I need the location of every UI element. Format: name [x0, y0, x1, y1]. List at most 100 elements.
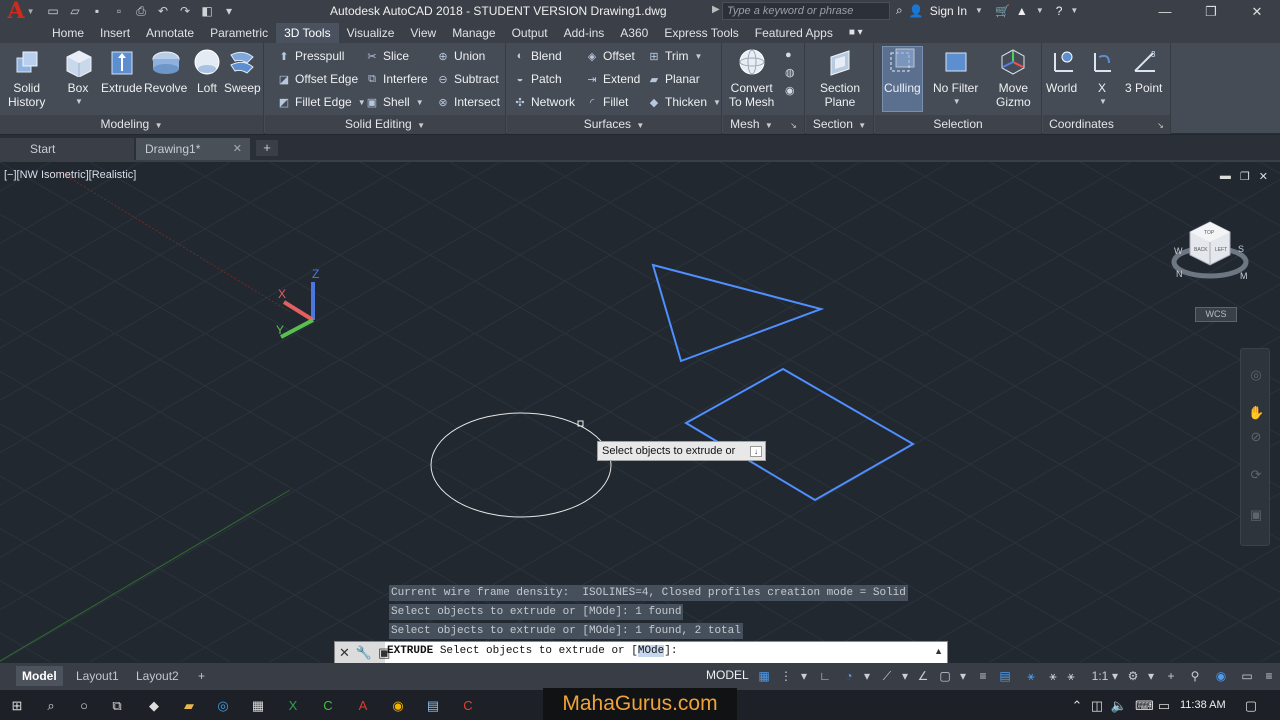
convert-to-mesh-button[interactable]: Convert To Mesh: [729, 47, 774, 109]
search-expand-icon[interactable]: ▶: [712, 4, 720, 15]
presspull-button[interactable]: ⬆ Presspull: [277, 49, 344, 63]
culling-button[interactable]: Culling: [884, 47, 921, 95]
wcs-menu[interactable]: WCS: [1195, 307, 1237, 322]
annotation-visibility-icon[interactable]: ⚹: [1024, 669, 1038, 683]
binoculars-icon[interactable]: ⌕: [896, 3, 903, 18]
tab-view[interactable]: View: [402, 23, 444, 43]
chevron-down-icon[interactable]: ▾: [956, 669, 970, 683]
chevron-down-icon[interactable]: ▾: [860, 669, 874, 683]
chevron-down-icon[interactable]: ▾: [797, 669, 811, 683]
grid-icon[interactable]: ▦: [757, 669, 771, 683]
camtasia-icon[interactable]: C: [319, 697, 337, 715]
ortho-icon[interactable]: ∟: [818, 669, 832, 683]
blend-button[interactable]: ◐ Blend: [513, 49, 562, 63]
chevron-down-icon[interactable]: ▾: [898, 669, 912, 683]
close-command-line-icon[interactable]: ✕: [339, 645, 350, 661]
search-icon[interactable]: ⌕: [42, 697, 60, 715]
annotation-monitor-icon[interactable]: +: [1164, 669, 1178, 683]
scale-value[interactable]: 1:1: [1090, 669, 1110, 683]
app-window-icon[interactable]: ▤: [424, 697, 442, 715]
no-filter-button[interactable]: No Filter ▼: [933, 47, 978, 109]
tab-layout1[interactable]: Layout1: [70, 666, 125, 686]
panel-launcher-icon[interactable]: ↘: [790, 121, 797, 130]
maximize-button[interactable]: ❐: [1188, 0, 1234, 23]
redo-icon[interactable]: ↷: [176, 3, 194, 19]
close-button[interactable]: ✕: [1234, 0, 1280, 23]
new-file-icon[interactable]: ▭: [44, 3, 62, 19]
customize-icon[interactable]: 🔧: [356, 645, 372, 661]
orbit-icon[interactable]: ⟳: [1248, 467, 1264, 483]
chevron-up-icon[interactable]: ▲: [934, 646, 943, 656]
command-prompt[interactable]: EXTRUDE Select objects to extrude or [MO…: [387, 645, 677, 657]
coordinates-panel-title[interactable]: Coordinates ↘: [1043, 115, 1170, 134]
showmotion-icon[interactable]: ▣: [1248, 507, 1264, 523]
tab-home[interactable]: Home: [44, 23, 92, 43]
workspace-gear-icon[interactable]: ⚙: [1126, 669, 1140, 683]
cortana-icon[interactable]: ○: [75, 697, 93, 715]
workspace-icon[interactable]: ◧: [198, 3, 216, 19]
graphics-performance-icon[interactable]: ▭: [1240, 669, 1254, 683]
revolve-button[interactable]: Revolve: [144, 47, 187, 95]
close-icon[interactable]: ✕: [233, 138, 242, 160]
command-line[interactable]: ✕ 🔧 ▣ EXTRUDE Select objects to extrude …: [334, 641, 948, 664]
minimize-button[interactable]: —: [1142, 0, 1188, 23]
auto-scale-icon[interactable]: ⚹: [1046, 669, 1060, 683]
object-snap-icon[interactable]: ▢: [938, 669, 952, 683]
edge-browser-icon[interactable]: ◎: [214, 697, 232, 715]
lineweight-icon[interactable]: ≡: [976, 669, 990, 683]
chevron-down-icon[interactable]: ▼: [1036, 6, 1044, 15]
help-icon[interactable]: ?: [1056, 4, 1063, 18]
steering-wheel-icon[interactable]: ◎: [1248, 367, 1264, 383]
calculator-icon[interactable]: ▦: [249, 697, 267, 715]
panel-launcher-icon[interactable]: ↘: [1157, 121, 1164, 130]
viewcube[interactable]: TOP BACK LEFT N W S M: [1170, 217, 1250, 297]
interfere-button[interactable]: ⧉ Interfere: [365, 72, 428, 86]
open-folder-icon[interactable]: ▱: [66, 3, 84, 19]
file-explorer-icon[interactable]: ▰: [180, 697, 198, 715]
transparency-icon[interactable]: ▤: [998, 669, 1012, 683]
tab-drawing1[interactable]: Drawing1* ✕: [136, 138, 250, 160]
customization-icon[interactable]: ≡: [1262, 669, 1276, 683]
tab-3d-tools[interactable]: 3D Tools: [276, 23, 339, 43]
save-as-icon[interactable]: ▫: [110, 3, 128, 19]
extrude-button[interactable]: Extrude: [101, 47, 142, 95]
autocad-taskbar-icon[interactable]: A: [354, 697, 372, 715]
chevron-down-icon[interactable]: ▾: [1144, 669, 1158, 683]
chevron-down-icon[interactable]: ▼: [975, 6, 983, 15]
solid-history-button[interactable]: Solid History: [8, 47, 45, 109]
ribbon-toggle-icon[interactable]: ■ ▾: [841, 23, 871, 43]
model-space-button[interactable]: MODEL: [706, 668, 749, 682]
viewport-restore-icon[interactable]: ❐: [1240, 170, 1250, 183]
world-ucs-button[interactable]: World: [1046, 47, 1077, 95]
union-button[interactable]: ⊕ Union: [436, 49, 485, 63]
extend-button[interactable]: ⇥ Extend: [585, 72, 640, 86]
task-view-icon[interactable]: ⧉: [108, 697, 126, 715]
trim-button[interactable]: ⊞ Trim ▼: [647, 49, 702, 63]
recorder-icon[interactable]: C: [459, 697, 477, 715]
section-plane-button[interactable]: Section Plane: [820, 47, 860, 109]
annotation-scale-icon[interactable]: ⚹: [1064, 669, 1078, 683]
sign-in-link[interactable]: Sign In: [930, 4, 967, 18]
tab-visualize[interactable]: Visualize: [339, 23, 403, 43]
intersect-button[interactable]: ⊗ Intersect: [436, 95, 500, 109]
isodraft-icon[interactable]: ⟋: [880, 669, 894, 683]
undo-icon[interactable]: ↶: [154, 3, 172, 19]
plot-icon[interactable]: ⎙: [132, 3, 150, 19]
tab-parametric[interactable]: Parametric: [202, 23, 276, 43]
tab-a360[interactable]: A360: [612, 23, 656, 43]
subtract-button[interactable]: ⊖ Subtract: [436, 72, 498, 86]
taskbar-clock[interactable]: 11:38 AM: [1180, 699, 1226, 711]
add-layout-icon[interactable]: +: [192, 666, 211, 686]
box-button[interactable]: Box ▼: [63, 47, 93, 109]
chevron-down-icon[interactable]: ▾: [1108, 669, 1122, 683]
exchange-icon[interactable]: ▲: [1016, 4, 1028, 18]
section-panel-title[interactable]: Section ▼ ↘: [806, 115, 873, 150]
excel-icon[interactable]: X: [284, 697, 302, 715]
loft-button[interactable]: Loft: [192, 47, 222, 95]
tab-express-tools[interactable]: Express Tools: [656, 23, 746, 43]
tab-add-ins[interactable]: Add-ins: [556, 23, 613, 43]
zoom-extents-icon[interactable]: ⊘: [1248, 429, 1264, 445]
offset-edge-button[interactable]: ◪ Offset Edge: [277, 72, 358, 86]
fillet-button[interactable]: ◜ Fillet: [585, 95, 628, 109]
sweep-button[interactable]: Sweep: [224, 47, 261, 95]
